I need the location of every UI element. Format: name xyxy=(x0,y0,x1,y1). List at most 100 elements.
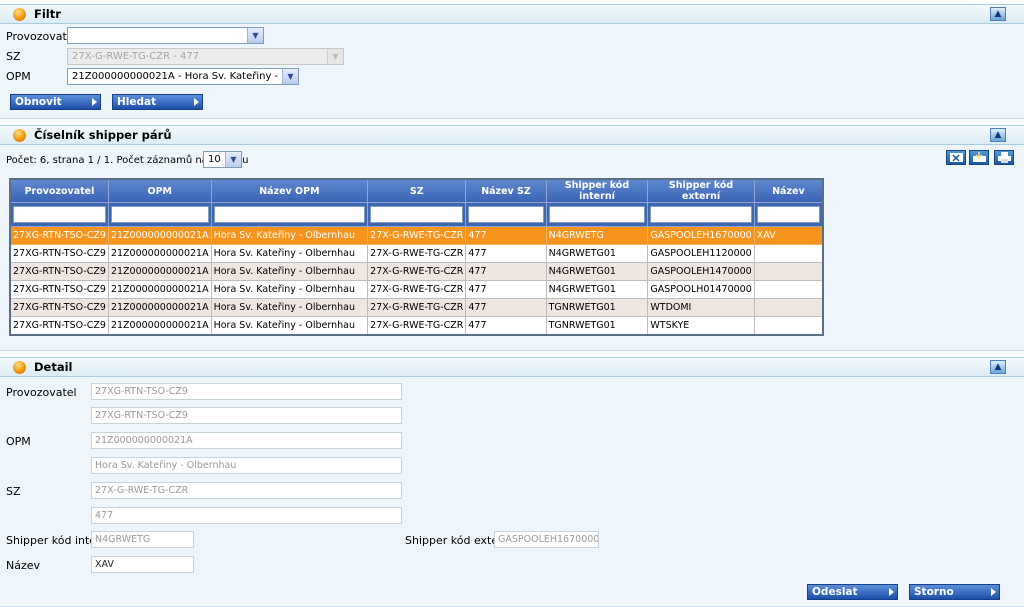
table-cell: 27X-G-RWE-TG-CZR xyxy=(367,226,467,245)
chevron-down-icon[interactable]: ▼ xyxy=(282,69,298,84)
table-cell: 477 xyxy=(465,298,547,317)
detail-nazev-input[interactable]: XAV xyxy=(91,556,194,573)
column-filter-input[interactable] xyxy=(13,206,106,223)
opm-label: OPM xyxy=(6,70,31,83)
table-cell: TGNRWETG01 xyxy=(545,298,649,317)
table-cell: Hora Sv. Kateřiny - Olbernhau xyxy=(210,298,369,317)
table-cell: 27XG-RTN-TSO-CZ9 xyxy=(9,280,109,299)
table-cell: N4GRWETG xyxy=(545,226,649,245)
table-row[interactable]: 27XG-RTN-TSO-CZ9 21Z000000000021A Hora Sv.… xyxy=(9,262,824,281)
sz-select: 27X-G-RWE-TG-CZR - 477 ▼ xyxy=(67,48,344,65)
column-header[interactable]: Název xyxy=(753,178,824,203)
search-button-label: Hledat xyxy=(117,96,157,108)
column-filter-input[interactable] xyxy=(213,206,366,223)
column-header[interactable]: Provozovatel xyxy=(9,178,109,203)
filter-title: Filtr xyxy=(34,7,61,21)
chevron-up-icon[interactable]: ▲ xyxy=(990,7,1006,21)
table-cell: 21Z000000000021A xyxy=(107,226,212,245)
arrow-right-icon xyxy=(194,98,199,106)
search-button[interactable]: Hledat xyxy=(112,94,203,110)
column-header[interactable]: Název OPM xyxy=(210,178,369,203)
arrow-right-icon xyxy=(889,588,894,596)
table-cell: 27X-G-RWE-TG-CZR xyxy=(367,298,467,317)
column-filter-cell xyxy=(210,202,369,227)
cancel-button-label: Storno xyxy=(914,586,954,598)
table-cell: 477 xyxy=(465,280,547,299)
page-size-select[interactable]: 10 ▼ xyxy=(203,151,242,168)
table-cell: Hora Sv. Kateřiny - Olbernhau xyxy=(210,262,369,281)
column-header[interactable]: OPM xyxy=(107,178,212,203)
import-icon[interactable] xyxy=(969,150,989,165)
detail-sz-code: 27X-G-RWE-TG-CZR xyxy=(91,482,402,499)
table-cell: WTDOMI xyxy=(647,298,755,317)
column-header[interactable]: Shipper kód interní xyxy=(545,178,649,203)
chevron-down-icon[interactable]: ▼ xyxy=(247,28,263,43)
filter-body: Provozovatel ▼ SZ 27X-G-RWE-TG-CZR - 477… xyxy=(0,24,1024,119)
column-header[interactable]: SZ xyxy=(367,178,467,203)
section-bullet-icon xyxy=(13,129,26,142)
column-filter-cell xyxy=(545,202,649,227)
print-icon[interactable] xyxy=(994,150,1014,165)
column-header[interactable]: Název SZ xyxy=(465,178,547,203)
column-filter-input[interactable] xyxy=(370,206,464,223)
table-cell: Hora Sv. Kateřiny - Olbernhau xyxy=(210,244,369,263)
detail-shipper-int-value: N4GRWETG xyxy=(91,531,194,548)
section-bullet-icon xyxy=(13,361,26,374)
table-cell: 27XG-RTN-TSO-CZ9 xyxy=(9,262,109,281)
table-cell: 27X-G-RWE-TG-CZR xyxy=(367,280,467,299)
table-header-row: Provozovatel OPM Název OPM SZ Název SZ Shippe… xyxy=(9,178,824,203)
table-cell: Hora Sv. Kateřiny - Olbernhau xyxy=(210,316,369,335)
column-filter-input[interactable] xyxy=(110,206,209,223)
arrow-right-icon xyxy=(991,588,996,596)
detail-provozovatel-name: 27XG-RTN-TSO-CZ9 xyxy=(91,407,402,424)
opm-select-value: 21Z000000000021A - Hora Sv. Kateřiny - O… xyxy=(72,71,298,82)
column-filter-cell xyxy=(367,202,467,227)
table-row[interactable]: 27XG-RTN-TSO-CZ9 21Z000000000021A Hora Sv.… xyxy=(9,280,824,299)
column-filter-input[interactable] xyxy=(650,206,752,223)
table-row[interactable]: 27XG-RTN-TSO-CZ9 21Z000000000021A Hora Sv.… xyxy=(9,316,824,335)
detail-opm-code: 21Z000000000021A xyxy=(91,432,402,449)
table-filter-row xyxy=(9,202,824,227)
table-cell: N4GRWETG01 xyxy=(545,280,649,299)
column-header[interactable]: Shipper kód externí xyxy=(647,178,755,203)
detail-opm-name: Hora Sv. Kateřiny - Olbernhau xyxy=(91,457,402,474)
table-cell: 27X-G-RWE-TG-CZR xyxy=(367,262,467,281)
table-cell: GASPOOLEH1670000 xyxy=(647,226,755,245)
table-row[interactable]: 27XG-RTN-TSO-CZ9 21Z000000000021A Hora Sv.… xyxy=(9,226,824,245)
refresh-button[interactable]: Obnovit xyxy=(10,94,101,110)
table-cell: TGNRWETG01 xyxy=(545,316,649,335)
column-filter-input[interactable] xyxy=(756,206,820,223)
table-cell: N4GRWETG01 xyxy=(545,244,649,263)
detail-header: Detail ▲ xyxy=(0,357,1024,377)
page-size-value: 10 xyxy=(208,154,221,165)
table-cell: 27XG-RTN-TSO-CZ9 xyxy=(9,298,109,317)
table-cell: GASPOOLH01470000 xyxy=(647,280,755,299)
chevron-up-icon[interactable]: ▲ xyxy=(990,128,1006,142)
sz-label: SZ xyxy=(6,50,21,63)
table-cell: 21Z000000000021A xyxy=(107,262,212,281)
export-excel-icon[interactable] xyxy=(946,150,966,165)
chevron-down-icon[interactable]: ▼ xyxy=(225,152,241,167)
table-cell: N4GRWETG01 xyxy=(545,262,649,281)
column-filter-cell xyxy=(647,202,755,227)
provozovatel-select[interactable]: ▼ xyxy=(67,27,264,44)
table-cell: 27XG-RTN-TSO-CZ9 xyxy=(9,244,109,263)
arrow-right-icon xyxy=(92,98,97,106)
submit-button[interactable]: Odeslat xyxy=(807,584,898,600)
filter-section: Filtr ▲ Provozovatel ▼ SZ 27X-G-RWE-TG-C… xyxy=(0,4,1024,124)
table-cell xyxy=(753,298,824,317)
cancel-button[interactable]: Storno xyxy=(909,584,1000,600)
detail-provozovatel-label: Provozovatel xyxy=(6,386,77,399)
table-row[interactable]: 27XG-RTN-TSO-CZ9 21Z000000000021A Hora Sv.… xyxy=(9,244,824,263)
column-filter-input[interactable] xyxy=(468,206,544,223)
table-row[interactable]: 27XG-RTN-TSO-CZ9 21Z000000000021A Hora Sv.… xyxy=(9,298,824,317)
table-cell xyxy=(753,262,824,281)
table-cell: 477 xyxy=(465,244,547,263)
column-filter-input[interactable] xyxy=(548,206,646,223)
opm-select[interactable]: 21Z000000000021A - Hora Sv. Kateřiny - O… xyxy=(67,68,299,85)
provozovatel-label: Provozovatel xyxy=(6,30,77,43)
table-cell: 21Z000000000021A xyxy=(107,298,212,317)
chevron-up-icon[interactable]: ▲ xyxy=(990,360,1006,374)
sz-select-value: 27X-G-RWE-TG-CZR - 477 xyxy=(72,51,200,62)
table-cell xyxy=(753,280,824,299)
